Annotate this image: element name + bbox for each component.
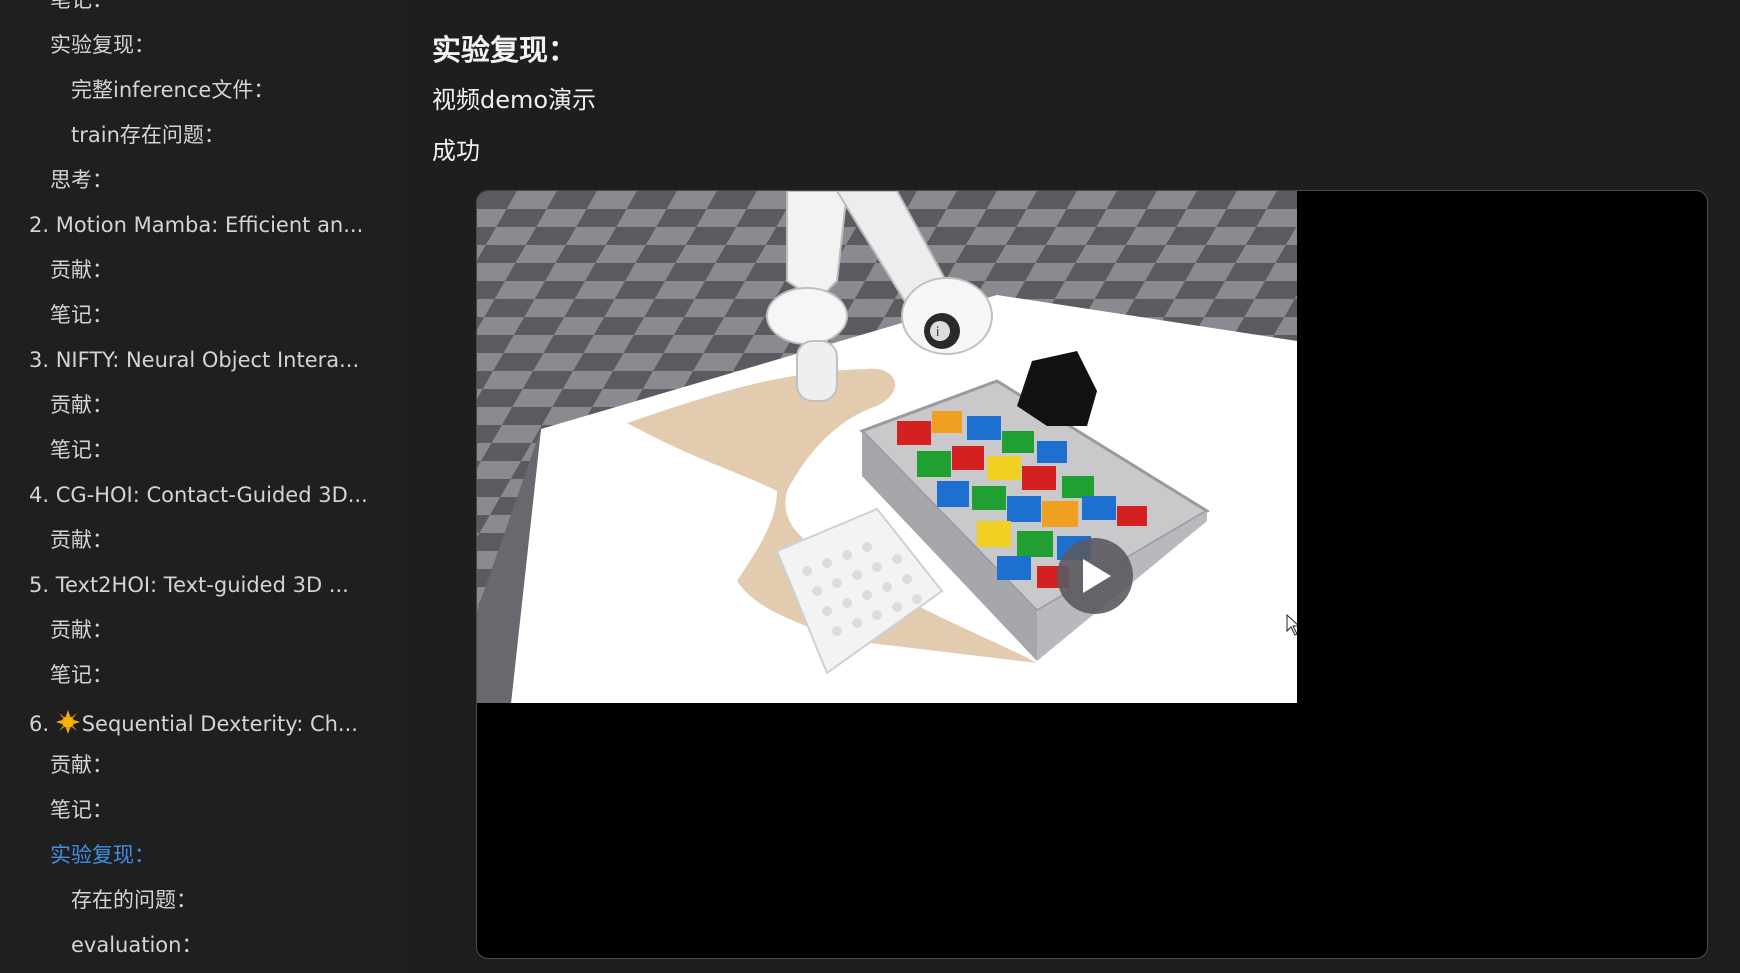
video-demo-text: 视频demo演示 [432, 86, 597, 114]
toc-item[interactable]: 贡献： [50, 395, 113, 416]
toc-item[interactable]: 笔记： [50, 305, 113, 326]
toc-item[interactable]: 实验复现： [50, 35, 155, 56]
toc-item[interactable]: evaluation： [71, 935, 202, 956]
toc-item-label: 笔记： [50, 798, 113, 822]
toc-item-label: 笔记： [50, 0, 113, 12]
toc-item[interactable]: train存在问题： [71, 125, 225, 146]
toc-item[interactable]: 笔记： [50, 0, 113, 11]
toc-item[interactable]: 贡献： [50, 620, 113, 641]
toc-item[interactable]: 思考： [50, 170, 113, 191]
section-heading: 实验复现： [432, 33, 578, 67]
toc-item-label: train存在问题： [71, 123, 225, 147]
toc-item-label: 笔记： [50, 663, 113, 687]
toc-item-label: 实验复现： [50, 33, 155, 57]
toc-item-label: 贡献： [50, 618, 113, 642]
toc-item-label: 笔记： [50, 303, 113, 327]
toc-item[interactable]: 存在的问题： [71, 890, 197, 911]
toc-item[interactable]: 2. Motion Mamba: Efficient an... [29, 215, 363, 236]
toc-item[interactable]: 6. Sequential Dexterity: Ch... [29, 710, 358, 735]
toc-item-label: 3. NIFTY: Neural Object Intera... [29, 348, 360, 372]
sun-icon [55, 710, 80, 734]
toc-item[interactable]: 笔记： [50, 665, 113, 686]
toc-item[interactable]: 4. CG-HOI: Contact-Guided 3D... [29, 485, 368, 506]
toc-item-label: 笔记： [50, 438, 113, 462]
toc-item[interactable]: 笔记： [50, 800, 113, 821]
toc-item[interactable]: 贡献： [50, 530, 113, 551]
toc-item[interactable]: 笔记： [50, 440, 113, 461]
toc-item-number: 6. [29, 712, 56, 736]
video-thumbnail[interactable]: i [477, 191, 1297, 703]
video-player[interactable]: i [476, 190, 1708, 959]
toc-item[interactable]: 实验复现： [50, 845, 155, 866]
svg-text:i: i [936, 325, 939, 339]
outline-sidebar: 笔记： 实验复现： 完整inference文件： train存在问题： 思考： 2. Mo… [0, 0, 410, 973]
toc-item[interactable]: 5. Text2HOI: Text-guided 3D ... [29, 575, 349, 596]
toc-item-label: 5. Text2HOI: Text-guided 3D ... [29, 573, 349, 597]
toc-item-label: 存在的问题： [71, 888, 197, 912]
toc-item-label: 思考： [50, 168, 113, 192]
toc-item-label: 完整inference文件： [71, 78, 275, 102]
toc-item-label: evaluation： [71, 933, 203, 957]
toc-item-label: Sequential Dexterity: Ch... [81, 712, 358, 736]
toc-item-label: 贡献： [50, 753, 113, 777]
toc-item-label: 4. CG-HOI: Contact-Guided 3D... [29, 483, 368, 507]
toc-item-label: 贡献： [50, 528, 113, 552]
toc-item[interactable]: 贡献： [50, 260, 113, 281]
success-text: 成功 [432, 137, 480, 165]
toc-item-label: 2. Motion Mamba: Efficient an... [29, 213, 364, 237]
toc-item[interactable]: 3. NIFTY: Neural Object Intera... [29, 350, 359, 371]
toc-item[interactable]: 贡献： [50, 755, 113, 776]
toc-item-label: 贡献： [50, 258, 113, 282]
toc-item-label: 实验复现： [50, 843, 155, 867]
play-icon[interactable] [1057, 538, 1133, 614]
toc-item[interactable]: 完整inference文件： [71, 80, 274, 101]
toc-item-label: 贡献： [50, 393, 113, 417]
